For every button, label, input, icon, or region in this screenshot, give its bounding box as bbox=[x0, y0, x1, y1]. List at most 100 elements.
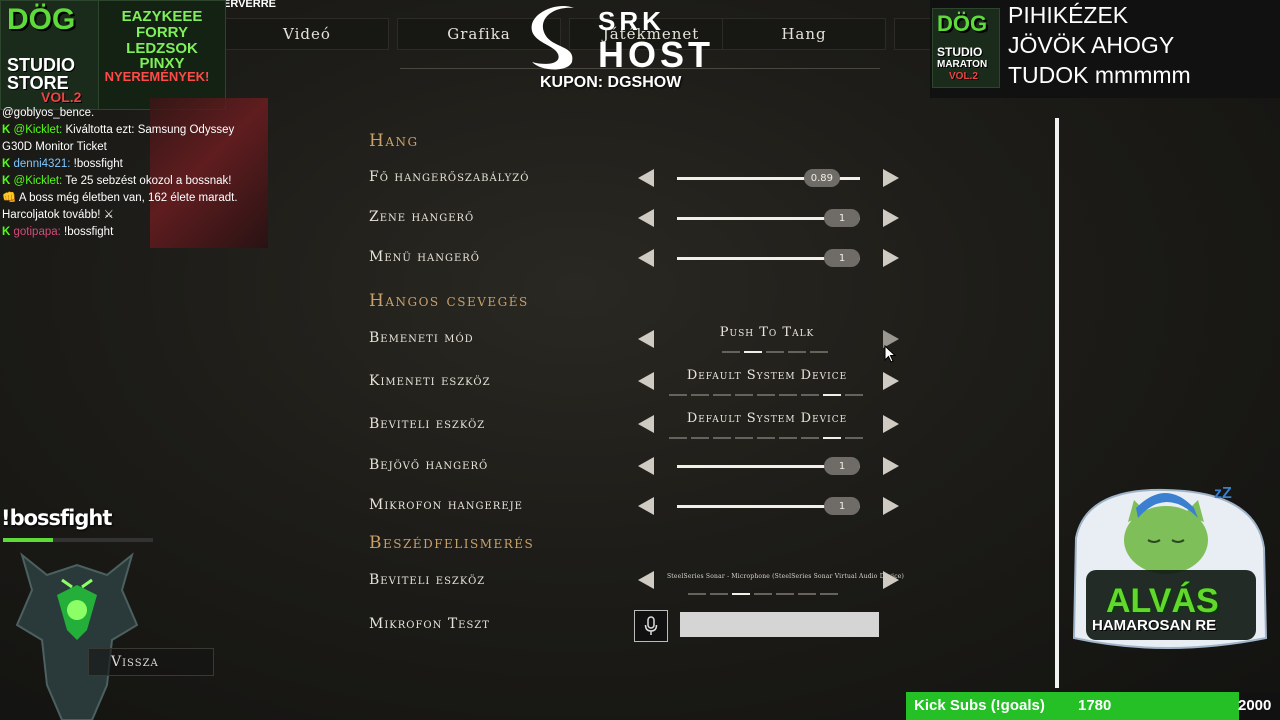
kick-badge-icon: K bbox=[2, 226, 11, 238]
sponsor-swoosh-icon bbox=[531, 5, 574, 70]
output-device-indicator bbox=[669, 394, 863, 397]
mic-volume-knob[interactable]: 1 bbox=[824, 497, 860, 515]
tab-video[interactable]: Videó bbox=[225, 18, 389, 50]
microphone-icon bbox=[644, 616, 658, 635]
music-volume-knob[interactable]: 1 bbox=[824, 209, 860, 227]
incoming-volume-knob[interactable]: 1 bbox=[824, 457, 860, 475]
scrollbar[interactable] bbox=[1055, 118, 1059, 688]
subs-goal-label: Kick Subs (!goals) bbox=[914, 697, 1045, 714]
right-text-line-1: PIHIKÉZEK bbox=[1008, 2, 1129, 28]
option-indicator-dash bbox=[754, 593, 772, 595]
promo-line-1: EAZYKEEE bbox=[121, 8, 203, 25]
speech-input-device-prev-button[interactable] bbox=[638, 571, 654, 589]
promo-line-2: FORRY bbox=[136, 24, 188, 41]
mic-volume-decrease-button[interactable] bbox=[638, 497, 654, 515]
boss-health-fill bbox=[3, 538, 53, 542]
option-indicator-dash bbox=[788, 351, 806, 353]
output-device-prev-button[interactable] bbox=[638, 372, 654, 390]
incoming-volume-increase-button[interactable] bbox=[883, 457, 899, 475]
sponsor-line-1: SRK bbox=[598, 6, 665, 36]
subs-goal-bar: Kick Subs (!goals) 1780 2000 bbox=[906, 692, 1280, 720]
option-indicator-dash bbox=[776, 593, 794, 595]
boss-health-bar bbox=[3, 538, 153, 542]
chat-line: K @Kicklet: Te 25 sebzést okozol a bossn… bbox=[2, 175, 232, 187]
input-mode-label: Bemeneti mód bbox=[369, 330, 474, 346]
marathon-logo-tag: VOL.2 bbox=[949, 71, 978, 82]
store-logo-title: DÖG bbox=[7, 3, 76, 36]
option-indicator-dash bbox=[798, 593, 816, 595]
option-indicator-dash bbox=[779, 394, 797, 396]
mic-test-button[interactable] bbox=[634, 610, 668, 642]
output-device-value: Default System Device bbox=[686, 368, 848, 383]
chat-line: K gotipapa: !bossfight bbox=[2, 226, 114, 238]
chat-line: @goblyos_bence. bbox=[2, 107, 95, 119]
option-indicator-dash bbox=[735, 394, 753, 396]
back-button[interactable]: Vissza bbox=[88, 648, 214, 676]
option-indicator-dash bbox=[757, 394, 775, 396]
bossfight-title: !bossfight bbox=[1, 506, 112, 530]
sponsor-coupon: KUPON: DGSHOW bbox=[540, 74, 682, 91]
mic-volume-increase-button[interactable] bbox=[883, 497, 899, 515]
option-indicator-dash bbox=[732, 593, 750, 595]
option-indicator-dash bbox=[735, 437, 753, 439]
option-indicator-dash bbox=[669, 437, 687, 439]
speech-input-device-value: SteelSeries Sonar - Microphone (SteelSer… bbox=[667, 573, 905, 580]
marathon-logo: DÖG STUDIO MARATON VOL.2 bbox=[932, 8, 1000, 88]
chat-line: G30D Monitor Ticket bbox=[2, 141, 107, 153]
music-volume-increase-button[interactable] bbox=[883, 209, 899, 227]
option-indicator-dash bbox=[669, 394, 687, 396]
speech-input-device-indicator bbox=[688, 593, 838, 596]
input-mode-prev-button[interactable] bbox=[638, 330, 654, 348]
incoming-volume-label: Bejövő hangerő bbox=[369, 457, 489, 473]
sponsor-logo: SRK HOST KUPON: DGSHOW bbox=[520, 0, 720, 100]
input-device-label: Beviteli eszköz bbox=[369, 416, 486, 432]
chat-line: Harcoljatok tovább! ⚔ bbox=[2, 209, 114, 221]
mic-test-label: Mikrofon Teszt bbox=[369, 616, 490, 632]
menu-volume-increase-button[interactable] bbox=[883, 249, 899, 267]
menu-volume-decrease-button[interactable] bbox=[638, 249, 654, 267]
promo-footer: NYEREMÉNYEK! bbox=[104, 69, 210, 84]
option-indicator-dash bbox=[744, 351, 762, 353]
chat-line: K denni4321: !bossfight bbox=[2, 158, 123, 170]
master-volume-increase-button[interactable] bbox=[883, 169, 899, 187]
master-volume-decrease-button[interactable] bbox=[638, 169, 654, 187]
option-indicator-dash bbox=[810, 351, 828, 353]
option-indicator-dash bbox=[801, 394, 819, 396]
tab-audio[interactable]: Hang bbox=[722, 18, 886, 50]
option-indicator-dash bbox=[845, 437, 863, 439]
input-device-prev-button[interactable] bbox=[638, 415, 654, 433]
marathon-logo-sub1: STUDIO bbox=[937, 45, 983, 59]
menu-volume-knob[interactable]: 1 bbox=[824, 249, 860, 267]
option-indicator-dash bbox=[823, 437, 841, 439]
input-device-next-button[interactable] bbox=[883, 415, 899, 433]
output-device-next-button[interactable] bbox=[883, 372, 899, 390]
option-indicator-dash bbox=[766, 351, 784, 353]
sleep-title: ALVÁS bbox=[1106, 582, 1219, 620]
tab-more[interactable] bbox=[894, 18, 932, 50]
input-device-indicator bbox=[669, 437, 863, 440]
option-indicator-dash bbox=[845, 394, 863, 396]
option-indicator-dash bbox=[779, 437, 797, 439]
boss-character-icon bbox=[15, 552, 139, 720]
incoming-volume-decrease-button[interactable] bbox=[638, 457, 654, 475]
section-title-audio: Hang bbox=[369, 131, 419, 151]
kick-badge-icon: K bbox=[2, 175, 11, 187]
marathon-logo-sub2: MARATON bbox=[937, 59, 988, 70]
mic-test-level-bar bbox=[680, 612, 879, 637]
music-volume-decrease-button[interactable] bbox=[638, 209, 654, 227]
speech-input-device-next-button[interactable] bbox=[883, 571, 899, 589]
store-logo: DÖG STUDIO STORE VOL.2 bbox=[0, 0, 100, 110]
chat-overlay: @goblyos_bence. K @Kicklet: Kiváltotta e… bbox=[2, 105, 292, 241]
option-indicator-dash bbox=[713, 394, 731, 396]
svg-text:zZ: zZ bbox=[1214, 485, 1232, 502]
mouse-cursor-icon bbox=[884, 345, 896, 363]
input-device-value: Default System Device bbox=[686, 411, 848, 426]
input-mode-value: Push To Talk bbox=[719, 325, 815, 340]
option-indicator-dash bbox=[801, 437, 819, 439]
master-volume-knob[interactable]: 0.89 bbox=[803, 169, 840, 187]
music-volume-label: Zene hangerő bbox=[369, 209, 475, 225]
output-device-label: Kimeneti eszköz bbox=[369, 373, 491, 389]
option-indicator-dash bbox=[691, 394, 709, 396]
marathon-logo-title: DÖG bbox=[937, 11, 988, 36]
section-title-speech-recognition: Beszédfelismerés bbox=[369, 533, 535, 553]
